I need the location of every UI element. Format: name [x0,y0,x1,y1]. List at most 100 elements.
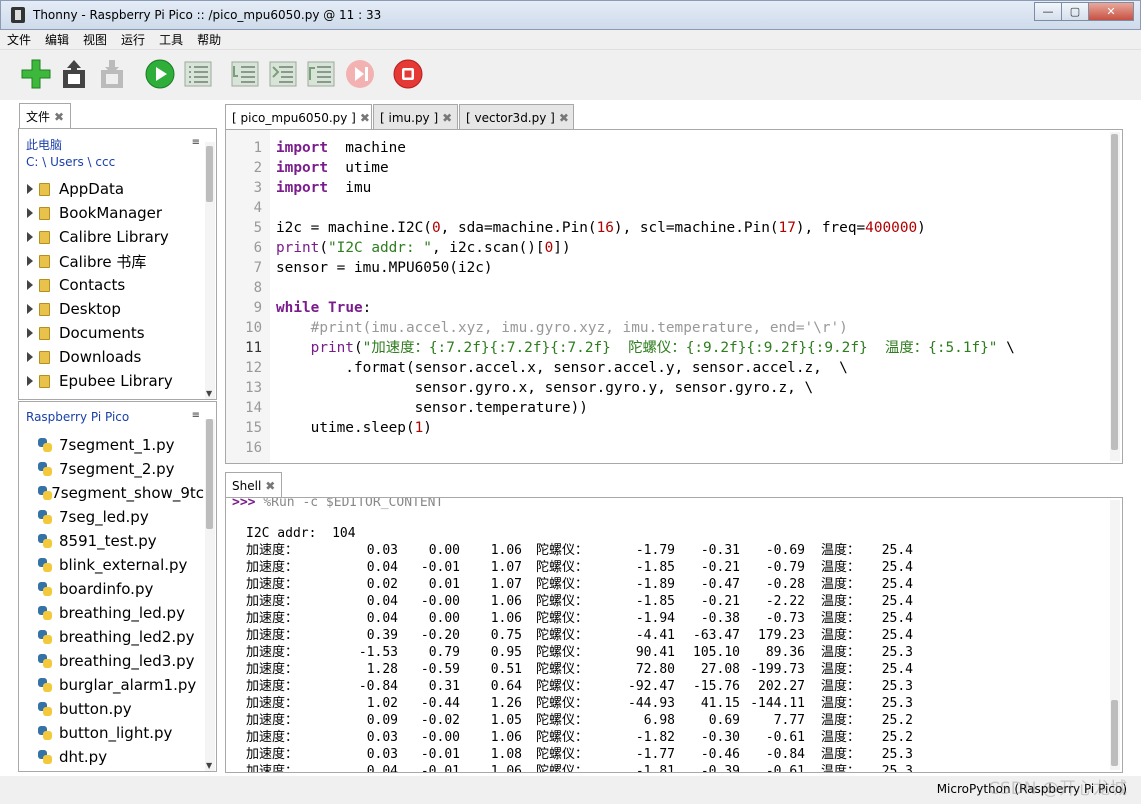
editor-scrollbar[interactable] [1110,132,1120,461]
folder-item[interactable]: Epubee Library [19,369,204,393]
expand-arrow-icon[interactable] [27,232,33,242]
folder-item[interactable]: Desktop [19,297,204,321]
close-icon[interactable]: ✖ [54,110,64,124]
expand-arrow-icon[interactable] [27,208,33,218]
folder-item[interactable]: BookManager [19,201,204,225]
panel-menu-icon[interactable]: ≡ [192,137,200,148]
pico-scrollbar[interactable]: ▼ [205,419,215,771]
expand-arrow-icon[interactable] [27,328,33,338]
file-item[interactable]: breathing_led2.py [19,625,204,649]
file-item[interactable]: burglar_alarm1.py [19,673,204,697]
file-item[interactable]: 7segment_show_9tc [19,481,204,505]
save-file-button[interactable] [58,58,90,90]
menu-run[interactable]: 运行 [114,31,152,48]
menu-view[interactable]: 视图 [76,31,114,48]
close-icon[interactable]: ✖ [442,111,452,125]
code-area[interactable]: import machine import utime import imu i2c… [276,130,1108,458]
shell-value: 加速度： [246,696,299,711]
folder-item[interactable]: Calibre Library [19,225,204,249]
shell-value: 25.4 [881,628,913,643]
scroll-thumb[interactable] [206,419,213,529]
run-button[interactable] [144,58,176,90]
code-line[interactable]: print("I2C addr: ", i2c.scan()[0]) [276,238,1108,258]
maximize-button[interactable]: ▢ [1061,2,1089,21]
scroll-thumb[interactable] [206,146,213,202]
shell-value: -0.21 [700,594,740,609]
code-line[interactable]: while True: [276,298,1108,318]
tab-pico-mpu6050[interactable]: [ pico_mpu6050.py ] ✖ [225,104,372,131]
file-item[interactable]: boardinfo.py [19,577,204,601]
code-line[interactable]: sensor.gyro.x, sensor.gyro.y, sensor.gyr… [276,378,1108,398]
file-item[interactable]: breathing_led.py [19,601,204,625]
minimize-button[interactable]: — [1034,2,1062,21]
tab-imu[interactable]: [ imu.py ] ✖ [373,104,458,130]
device-label[interactable]: Raspberry Pi Pico [19,409,216,426]
files-scrollbar[interactable]: ▼ [205,142,215,399]
file-item[interactable]: breathing_led3.py [19,649,204,673]
code-line[interactable] [276,438,1108,458]
expand-arrow-icon[interactable] [27,376,33,386]
panel-menu-icon[interactable]: ≡ [192,410,200,421]
code-line[interactable]: sensor.temperature)) [276,398,1108,418]
file-item[interactable]: 7segment_2.py [19,457,204,481]
path-breadcrumb[interactable]: C: \ Users \ ccc [19,154,216,171]
code-editor[interactable]: 1 2 3 4 5 6 7 8 9 10 11 12 13 14 15 16 import machine im… [225,129,1123,464]
new-file-button[interactable] [20,58,52,90]
menu-file[interactable]: 文件 [0,31,38,48]
menu-edit[interactable]: 编辑 [38,31,76,48]
tab-vector3d[interactable]: [ vector3d.py ] ✖ [459,104,574,130]
expand-arrow-icon[interactable] [27,304,33,314]
folder-item[interactable]: Documents [19,321,204,345]
shell-value: 1.06 [490,764,522,773]
python-file-icon [37,581,53,597]
scroll-down-icon[interactable]: ▼ [206,761,212,770]
shell-console[interactable]: >>> %Run -c $EDITOR_CONTENT I2C addr: 10… [225,497,1123,773]
tab-shell[interactable]: Shell ✖ [225,472,282,498]
file-item[interactable]: blink_external.py [19,553,204,577]
shell-output-line: 加速度： -1.53 0.79 0.95 陀螺仪： 90.41 105.10 89.36 温度：… [246,644,913,661]
python-file-icon [37,557,53,573]
code-line[interactable]: print("加速度：{:7.2f}{:7.2f}{:7.2f} 陀螺仪：{:9… [276,338,1108,358]
file-item[interactable]: button.py [19,697,204,721]
code-line[interactable]: utime.sleep(1) [276,418,1108,438]
expand-arrow-icon[interactable] [27,256,33,266]
code-line[interactable]: import imu [276,178,1108,198]
folder-item[interactable]: Downloads [19,345,204,369]
code-line[interactable]: import utime [276,158,1108,178]
scroll-down-icon[interactable]: ▼ [206,389,212,398]
expand-arrow-icon[interactable] [27,352,33,362]
shell-value: 温度： [821,628,861,643]
scroll-thumb[interactable] [1111,700,1118,766]
file-item[interactable]: 8591_test.py [19,529,204,553]
code-line[interactable]: #print(imu.accel.xyz, imu.gyro.xyz, imu.… [276,318,1108,338]
file-item[interactable]: dht.py [19,745,204,769]
folder-item[interactable]: Calibre 书库 [19,249,204,273]
expand-arrow-icon[interactable] [27,280,33,290]
scroll-thumb[interactable] [1111,134,1118,450]
file-item[interactable]: button_light.py [19,721,204,745]
close-icon[interactable]: ✖ [360,111,370,125]
code-line[interactable]: import machine [276,138,1108,158]
close-button[interactable]: ✕ [1088,2,1134,21]
shell-value: 0.69 [708,713,740,728]
code-line[interactable]: sensor = imu.MPU6050(i2c) [276,258,1108,278]
stop-button[interactable] [392,58,424,90]
close-icon[interactable]: ✖ [265,479,275,493]
menu-help[interactable]: 帮助 [190,31,228,48]
menu-tools[interactable]: 工具 [152,31,190,48]
shell-value: -0.01 [420,560,460,575]
folder-item[interactable]: Contacts [19,273,204,297]
code-line[interactable]: i2c = machine.I2C(0, sda=machine.Pin(16)… [276,218,1108,238]
file-item[interactable]: 7segment_1.py [19,433,204,457]
folder-item[interactable]: AppData [19,177,204,201]
tab-files[interactable]: 文件 ✖ [19,103,72,129]
expand-arrow-icon[interactable] [27,184,33,194]
code-line[interactable]: .format(sensor.accel.x, sensor.accel.y, … [276,358,1108,378]
code-line[interactable] [276,278,1108,298]
file-item[interactable]: 7seg_led.py [19,505,204,529]
computer-link[interactable]: 此电脑 [19,137,216,154]
close-icon[interactable]: ✖ [559,111,569,125]
shell-scrollbar[interactable] [1110,500,1120,770]
code-line[interactable] [276,198,1108,218]
folder-icon [39,254,50,268]
